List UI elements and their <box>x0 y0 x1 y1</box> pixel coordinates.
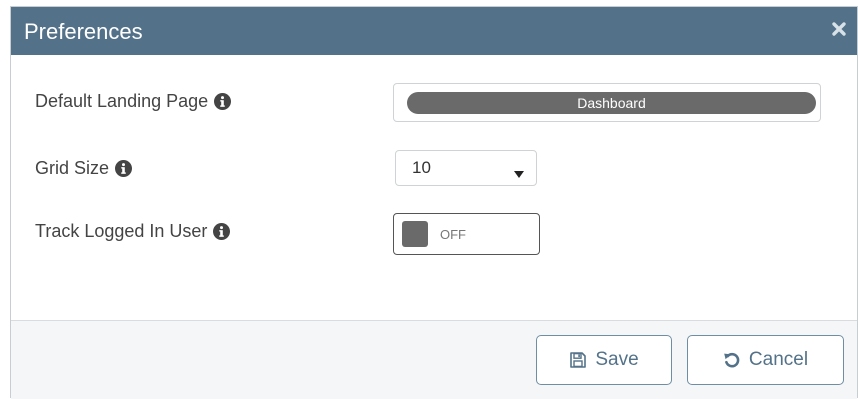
info-icon[interactable] <box>213 223 231 240</box>
track-user-label: Track Logged In User <box>35 221 208 241</box>
info-icon[interactable] <box>214 93 232 110</box>
info-icon[interactable] <box>115 160 133 177</box>
preferences-dialog: Preferences Default Landing Page Dashboa… <box>10 6 858 399</box>
toggle-knob <box>402 221 428 247</box>
track-user-toggle[interactable]: OFF <box>393 213 540 255</box>
dialog-title: Preferences <box>24 19 143 44</box>
cancel-label: Cancel <box>748 349 809 370</box>
grid-size-select[interactable]: 10 <box>395 150 537 186</box>
floppy-disk-icon <box>569 351 587 369</box>
grid-size-label: Grid Size <box>35 158 110 178</box>
landing-page-value: Dashboard <box>407 92 816 114</box>
cancel-button[interactable]: Cancel <box>687 335 844 385</box>
toggle-state: OFF <box>440 227 466 242</box>
undo-icon <box>723 351 741 369</box>
caret-down-icon <box>514 164 524 184</box>
dialog-titlebar: Preferences <box>11 7 857 55</box>
save-label: Save <box>595 349 639 370</box>
save-button[interactable]: Save <box>536 335 672 385</box>
dialog-footer: Save Cancel <box>11 320 857 399</box>
track-user-row: Track Logged In User <box>35 221 231 242</box>
landing-page-select[interactable]: Dashboard <box>393 83 821 122</box>
grid-size-value: 10 <box>412 158 431 177</box>
grid-size-row: Grid Size <box>35 158 133 179</box>
close-icon[interactable] <box>827 17 851 41</box>
landing-page-label: Default Landing Page <box>35 91 209 111</box>
landing-page-row: Default Landing Page <box>35 91 232 112</box>
